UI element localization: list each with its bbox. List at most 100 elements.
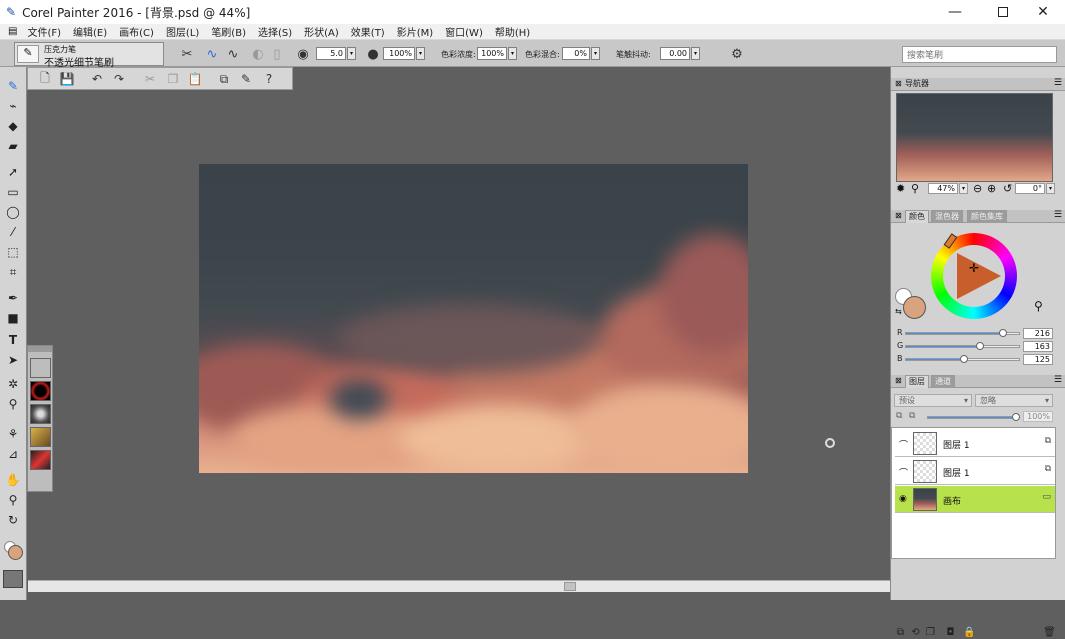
menu-movie[interactable]: 影片(M) xyxy=(391,24,439,39)
navigator-settings-icon[interactable]: ✹ xyxy=(896,182,905,195)
rotate-page-tool-icon[interactable]: ↻ xyxy=(3,511,23,529)
brush-category-airbrush[interactable] xyxy=(30,381,51,401)
saturation-value-triangle[interactable] xyxy=(957,253,1001,299)
mirror-tool-icon[interactable]: ⊿ xyxy=(3,445,23,463)
rect-shape-tool-icon[interactable]: ■ xyxy=(3,309,23,327)
visibility-toggle-icon[interactable]: ⌒ xyxy=(899,466,908,479)
cloner-tool-icon[interactable]: ✲ xyxy=(3,375,23,393)
brush-settings-icon[interactable]: ⚙ xyxy=(728,45,746,63)
panel-menu-icon[interactable]: ☰ xyxy=(1054,210,1062,220)
menu-shapes[interactable]: 形状(A) xyxy=(298,24,345,39)
panel-menu-icon[interactable]: ☰ xyxy=(1054,375,1062,385)
horizontal-scrollbar[interactable] xyxy=(28,580,890,592)
layer-commands-icon[interactable]: ⧉ xyxy=(894,626,907,639)
new-layer-icon[interactable]: ❐ xyxy=(924,626,937,639)
brush-category-blender[interactable] xyxy=(30,404,51,424)
maximize-button[interactable] xyxy=(981,0,1025,24)
text-tool-icon[interactable]: T xyxy=(3,331,23,349)
shape-selection-tool-icon[interactable]: ➤ xyxy=(3,351,23,369)
zoom-in-icon[interactable]: ⊕ xyxy=(987,182,996,195)
brush-size-field[interactable]: 5.0 xyxy=(316,47,346,60)
scroll-thumb[interactable] xyxy=(564,582,576,591)
paste-icon[interactable]: 📋 xyxy=(186,70,204,88)
brush-selector[interactable]: ✎ 压克力笔 不透光细节笔刷 xyxy=(14,42,164,69)
lasso-tool-icon[interactable]: ◯ xyxy=(3,203,23,221)
panel-close-icon[interactable]: ⊠ xyxy=(895,376,902,385)
navigator-zoom-icon[interactable]: ⚲ xyxy=(911,182,919,195)
menu-file[interactable]: 文件(F) xyxy=(21,24,67,39)
brush-search-input[interactable] xyxy=(902,46,1057,63)
menu-effects[interactable]: 效果(T) xyxy=(345,24,391,39)
b-value[interactable]: 125 xyxy=(1023,354,1053,365)
minimize-button[interactable]: — xyxy=(933,0,977,24)
rotation-dropdown-icon[interactable]: ▾ xyxy=(1046,183,1055,194)
tab-mixer[interactable]: 混色器 xyxy=(931,210,963,223)
menu-help[interactable]: 帮助(H) xyxy=(489,24,536,39)
new-file-icon[interactable]: 🗋 xyxy=(36,70,54,88)
brush-tool-icon[interactable]: ✎ xyxy=(3,77,23,95)
layer-row-selected[interactable]: ◉ 画布 ▭ xyxy=(895,486,1055,513)
r-slider[interactable] xyxy=(905,329,1020,337)
layer-adjuster-tool-icon[interactable]: ➚ xyxy=(3,163,23,181)
brush-tracking-icon[interactable]: ✂ xyxy=(178,45,196,63)
opacity-field[interactable]: 100% xyxy=(383,47,415,60)
composite-method-select[interactable]: 预设 ▾ xyxy=(894,394,972,407)
eraser-tool-icon[interactable]: ▰ xyxy=(3,137,23,155)
swap-colors-icon[interactable]: ⇆ xyxy=(895,307,902,316)
panel-menu-icon[interactable]: ☰ xyxy=(1054,78,1062,88)
menu-canvas[interactable]: 画布(C) xyxy=(113,24,160,39)
jitter-dropdown[interactable]: ▾ xyxy=(691,47,700,60)
b-slider[interactable] xyxy=(905,355,1020,363)
reset-tool-icon[interactable]: ▯ xyxy=(268,45,286,63)
dropper-tool-icon[interactable]: ⌁ xyxy=(3,97,23,115)
jitter-field[interactable]: 0.00 xyxy=(660,47,690,60)
r-value[interactable]: 216 xyxy=(1023,328,1053,339)
opacity-dropdown[interactable]: ▾ xyxy=(416,47,425,60)
main-color-circle[interactable] xyxy=(903,296,926,319)
zoom-dropdown-icon[interactable]: ▾ xyxy=(959,183,968,194)
layer-opacity-slider[interactable] xyxy=(927,413,1020,421)
help-icon[interactable]: ? xyxy=(260,70,278,88)
save-icon[interactable]: 💾 xyxy=(58,70,76,88)
navigator-rotation-field[interactable]: 0° xyxy=(1015,183,1045,194)
brush-category-acrylic[interactable] xyxy=(30,358,51,378)
color-density-dropdown[interactable]: ▾ xyxy=(508,47,517,60)
menu-layers[interactable]: 图层(L) xyxy=(160,24,205,39)
document-canvas[interactable] xyxy=(199,164,748,473)
main-color-swatch[interactable] xyxy=(8,545,23,560)
dodge-tool-icon[interactable]: ⚘ xyxy=(3,425,23,443)
rotate-icon[interactable]: ↺ xyxy=(1003,182,1012,195)
brush-control-icon[interactable]: ✎ xyxy=(237,70,255,88)
color-wheel[interactable]: ✛ xyxy=(931,233,1017,319)
magnifier-tool-icon[interactable]: ⚲ xyxy=(3,491,23,509)
tab-layers[interactable]: 图层 xyxy=(905,375,929,388)
visibility-toggle-icon[interactable]: ⌒ xyxy=(899,438,908,451)
undo-icon[interactable]: ↶ xyxy=(88,70,106,88)
tab-color[interactable]: 颜色 xyxy=(905,210,929,223)
visibility-eye-icon[interactable]: ◉ xyxy=(899,494,907,504)
layer-row[interactable]: ⌒ 图层 1 ⧉ xyxy=(895,458,1055,485)
composite-depth-select[interactable]: 忽略 ▾ xyxy=(975,394,1053,407)
crop-tool-icon[interactable]: ⌗ xyxy=(3,263,23,281)
menu-select[interactable]: 选择(S) xyxy=(252,24,298,39)
layer-row[interactable]: ⌒ 图层 1 ⧉ xyxy=(895,430,1055,457)
lock-transparency-icon[interactable]: ⧉ xyxy=(896,411,902,421)
close-button[interactable]: ✕ xyxy=(1021,0,1065,24)
layer-opacity-value[interactable]: 100% xyxy=(1023,411,1053,422)
rubber-stamp-tool-icon[interactable]: ⚲ xyxy=(3,395,23,413)
panel-grip[interactable] xyxy=(28,346,52,352)
dab-icon[interactable]: ◐ xyxy=(249,45,267,63)
g-value[interactable]: 163 xyxy=(1023,341,1053,352)
pick-up-underlying-icon[interactable]: ⧉ xyxy=(909,411,915,421)
menu-window[interactable]: 窗口(W) xyxy=(439,24,489,39)
grabber-tool-icon[interactable]: ✋ xyxy=(3,471,23,489)
zoom-out-icon[interactable]: ⊖ xyxy=(973,182,982,195)
tab-channels[interactable]: 通道 xyxy=(931,375,955,388)
color-density-field[interactable]: 100% xyxy=(477,47,507,60)
transform-tool-icon[interactable]: ⬚ xyxy=(3,243,23,261)
lock-layer-icon[interactable]: 🔒 xyxy=(963,626,976,639)
magic-wand-tool-icon[interactable]: ⁄ xyxy=(3,223,23,241)
brush-category-erasers[interactable] xyxy=(30,450,51,470)
panel-close-icon[interactable]: ⊠ xyxy=(895,211,902,220)
rect-select-tool-icon[interactable]: ▭ xyxy=(3,183,23,201)
